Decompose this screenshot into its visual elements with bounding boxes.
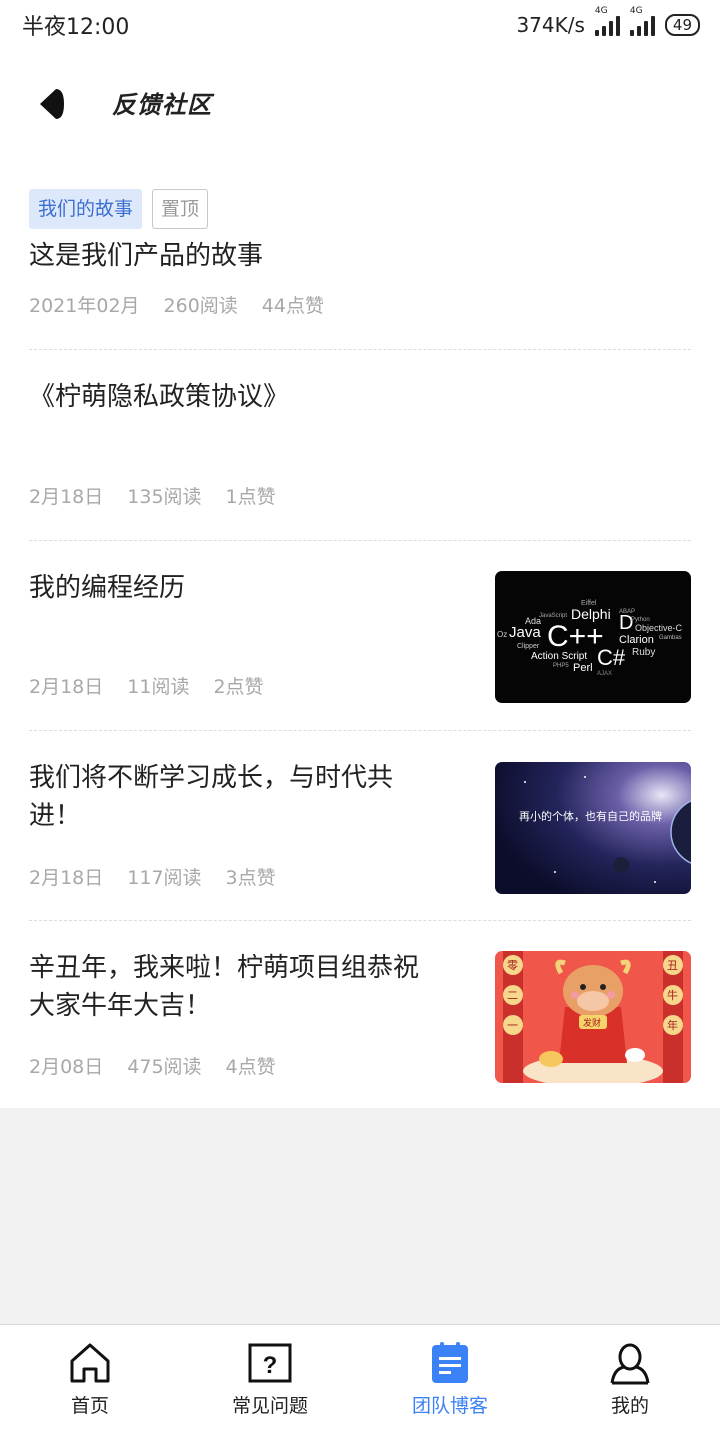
- word-ruby: Ruby: [632, 647, 655, 658]
- post-reads: 475阅读: [127, 1056, 202, 1078]
- post-likes: 4点赞: [225, 1056, 276, 1078]
- question-icon: ?: [248, 1343, 292, 1383]
- post-title[interactable]: 我们将不断学习成长，与时代共进！: [29, 759, 419, 835]
- post-meta: 2月08日 475阅读 4点赞: [29, 1052, 276, 1079]
- post-likes: 44点赞: [261, 295, 324, 317]
- word-abap: ABAP: [619, 609, 635, 615]
- post-title[interactable]: 辛丑年，我来啦！柠萌项目组恭祝大家牛年大吉！: [29, 949, 419, 1025]
- space-banner-image: 再小的个体，也有自己的品牌: [495, 762, 691, 894]
- tab-label: 首页: [70, 1395, 109, 1417]
- tab-home[interactable]: 首页: [0, 1325, 180, 1441]
- word-ajax: AJAX: [597, 671, 612, 677]
- word-cpp: C++: [547, 620, 604, 653]
- post-thumbnail[interactable]: Delphi D C++ C# Java Ada Clarion Ruby Pe…: [495, 571, 691, 703]
- couplet-left-3: 一: [507, 1019, 518, 1032]
- bottom-tab-bar: 首页 ? 常见问题 团队博客 我的: [0, 1324, 720, 1441]
- word-csharp: C#: [597, 645, 626, 670]
- post-reads: 135阅读: [127, 486, 202, 508]
- post-meta: 2月18日 135阅读 1点赞: [29, 482, 276, 509]
- status-bar: 半夜12:00 374K/s 4G 4G 49: [0, 0, 720, 50]
- pinned-tag: 置顶: [152, 189, 209, 229]
- word-oz: Oz: [497, 630, 507, 639]
- signal-icon: 4G: [594, 6, 620, 36]
- app-header: 反馈社区: [0, 50, 720, 160]
- tab-label: 团队博客: [411, 1395, 488, 1417]
- tab-blog[interactable]: 团队博客: [360, 1325, 540, 1441]
- post-date: 2月18日: [29, 676, 104, 698]
- tab-label: 我的: [610, 1395, 649, 1417]
- word-clipper: Clipper: [517, 643, 540, 650]
- post-meta: 2月18日 11阅读 2点赞: [29, 672, 264, 699]
- couplet-right-2: 牛: [667, 988, 678, 1002]
- word-java: Java: [509, 624, 541, 641]
- post-likes: 3点赞: [225, 867, 276, 889]
- signal-icon-2: 4G: [629, 6, 655, 36]
- programming-languages-image: Delphi D C++ C# Java Ada Clarion Ruby Pe…: [497, 600, 683, 677]
- post-list: 我们的故事 置顶 这是我们产品的故事 2021年02月 260阅读 44点赞 《…: [0, 160, 720, 1108]
- battery-icon: 49: [664, 14, 700, 36]
- status-time: 半夜12:00: [22, 15, 130, 40]
- word-perl: Perl: [573, 662, 593, 674]
- post-reads: 260阅读: [163, 295, 238, 317]
- word-actionscript: Action Script: [531, 651, 587, 662]
- page-title: 反馈社区: [112, 91, 212, 119]
- list-item[interactable]: 《柠萌隐私政策协议》 2月18日 135阅读 1点赞: [29, 350, 691, 541]
- list-item[interactable]: 我们的故事 置顶 这是我们产品的故事 2021年02月 260阅读 44点赞: [29, 160, 691, 350]
- post-reads: 117阅读: [127, 867, 202, 889]
- post-date: 2月18日: [29, 867, 104, 889]
- word-php5: PHP5: [553, 663, 569, 669]
- tab-label: 常见问题: [231, 1395, 308, 1417]
- blog-icon: [432, 1342, 468, 1383]
- new-year-ox-image: 零 二 一 丑 牛 年 发财: [495, 951, 691, 1083]
- post-date: 2月18日: [29, 486, 104, 508]
- list-item[interactable]: 我们将不断学习成长，与时代共进！ 2月18日 117阅读 3点赞 再小的个体，也…: [29, 731, 691, 921]
- post-title[interactable]: 这是我们产品的故事: [29, 237, 263, 275]
- word-python: Python: [631, 617, 650, 623]
- post-date: 2月08日: [29, 1056, 104, 1078]
- couplet-left-1: 零: [507, 959, 518, 972]
- fortune-badge: 发财: [583, 1017, 601, 1029]
- word-objectivec: Objective-C: [635, 623, 683, 633]
- post-reads: 11阅读: [127, 676, 190, 698]
- status-indicators: 374K/s 4G 4G 49: [516, 6, 700, 37]
- word-eiffel: Eiffel: [581, 600, 597, 607]
- post-thumbnail[interactable]: 再小的个体，也有自己的品牌: [495, 762, 691, 894]
- svg-text:?: ?: [263, 1352, 278, 1379]
- couplet-right-1: 丑: [667, 959, 678, 972]
- post-likes: 2点赞: [213, 676, 264, 698]
- post-date: 2021年02月: [29, 295, 140, 317]
- post-likes: 1点赞: [225, 486, 276, 508]
- home-icon: [70, 1343, 110, 1383]
- word-javascript: JavaScript: [539, 613, 567, 619]
- tab-mine[interactable]: 我的: [540, 1325, 720, 1441]
- post-title[interactable]: 我的编程经历: [29, 569, 185, 607]
- post-title[interactable]: 《柠萌隐私政策协议》: [29, 378, 289, 416]
- post-tags: 我们的故事 置顶: [29, 189, 209, 229]
- post-meta: 2021年02月 260阅读 44点赞: [29, 291, 324, 318]
- user-icon: [610, 1343, 650, 1385]
- couplet-left-2: 二: [507, 989, 518, 1002]
- back-icon[interactable]: [34, 86, 74, 122]
- word-gambas: Gambas: [659, 635, 682, 641]
- category-tag[interactable]: 我们的故事: [29, 189, 143, 229]
- post-thumbnail[interactable]: 零 二 一 丑 牛 年 发财: [495, 951, 691, 1083]
- network-type: 4G: [594, 6, 608, 16]
- network-type-2: 4G: [629, 6, 643, 16]
- word-clarion: Clarion: [619, 634, 654, 646]
- couplet-right-3: 年: [667, 1018, 678, 1032]
- banner-slogan: 再小的个体，也有自己的品牌: [519, 809, 662, 823]
- word-d: D: [619, 612, 633, 634]
- post-meta: 2月18日 117阅读 3点赞: [29, 863, 276, 890]
- battery-level: 49: [672, 16, 692, 34]
- list-item[interactable]: 辛丑年，我来啦！柠萌项目组恭祝大家牛年大吉！ 2月08日 475阅读 4点赞 零…: [29, 921, 691, 1111]
- list-item[interactable]: 我的编程经历 2月18日 11阅读 2点赞 Delphi D C++ C# Ja…: [29, 541, 691, 731]
- network-speed: 374K/s: [516, 13, 585, 37]
- tab-faq[interactable]: ? 常见问题: [180, 1325, 360, 1441]
